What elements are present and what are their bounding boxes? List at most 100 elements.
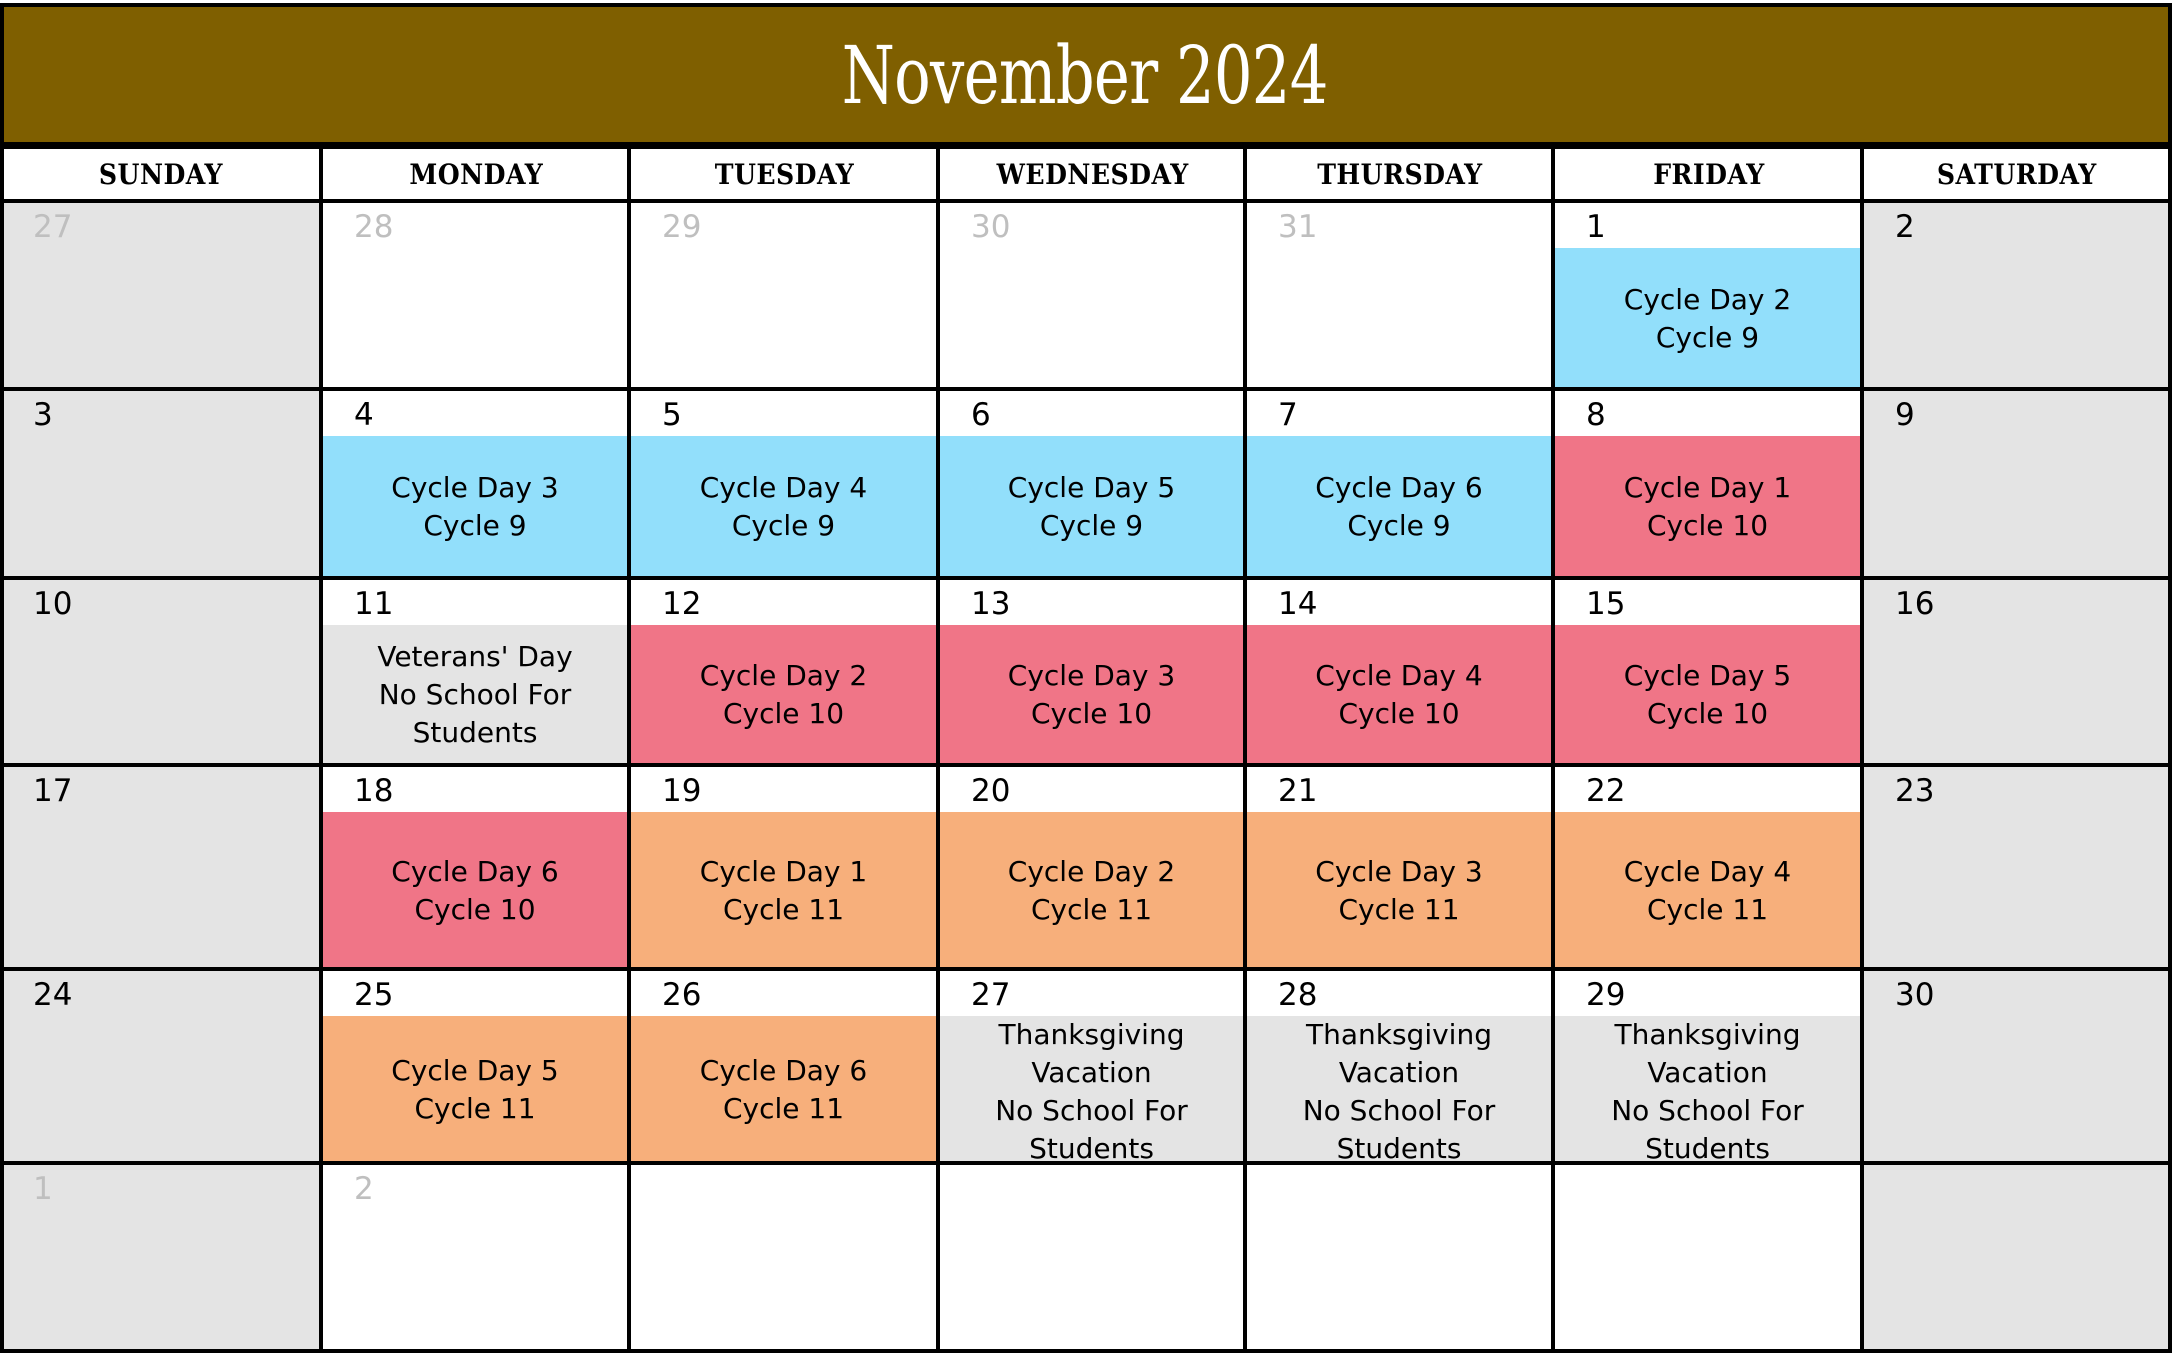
day-cell[interactable]: 14 Cycle Day 4 Cycle 10 xyxy=(1245,578,1553,765)
cycle-day-event[interactable]: Cycle Day 6 Cycle 9 xyxy=(1245,436,1553,578)
day-cell[interactable]: 21 Cycle Day 3 Cycle 11 xyxy=(1245,765,1553,969)
day-cell[interactable]: 23 xyxy=(1862,765,2170,969)
day-cell[interactable]: 1 Cycle Day 2 Cycle 9 xyxy=(1553,201,1862,389)
no-school-event[interactable]: Thanksgiving Vacation No School For Student… xyxy=(1553,1016,1862,1165)
day-cell[interactable] xyxy=(629,1163,938,1351)
cycle-day-event[interactable]: Cycle Day 3 Cycle 10 xyxy=(938,625,1245,765)
day-cell[interactable]: 3 xyxy=(0,389,321,578)
weekday-label: FRIDAY xyxy=(1652,157,1765,191)
day-cell[interactable] xyxy=(1553,1163,1862,1351)
event-line: Vacation xyxy=(1031,1056,1152,1089)
grid-line-horizontal xyxy=(0,1349,2172,1353)
day-number: 30 xyxy=(1895,977,1935,1013)
cycle-day-event[interactable]: Cycle Day 5 Cycle 9 xyxy=(938,436,1245,578)
event-line: Cycle Day 6 xyxy=(391,854,559,888)
day-number: 21 xyxy=(1278,773,1318,809)
day-cell[interactable]: 6 Cycle Day 5 Cycle 9 xyxy=(938,389,1245,578)
event-line: Thanksgiving xyxy=(1306,1018,1492,1051)
day-cell[interactable]: 26 Cycle Day 6 Cycle 11 xyxy=(629,969,938,1163)
cycle-day-event[interactable]: Cycle Day 2 Cycle 10 xyxy=(629,625,938,765)
event-line: Cycle Day 4 xyxy=(1623,854,1792,888)
day-cell[interactable]: 9 xyxy=(1862,389,2170,578)
day-cell[interactable]: 27 xyxy=(0,201,321,389)
cycle-day-event[interactable]: Cycle Day 4 Cycle 9 xyxy=(629,436,938,578)
day-number: 3 xyxy=(33,397,53,433)
day-cell[interactable]: 24 xyxy=(0,969,321,1163)
weekday-label: WEDNESDAY xyxy=(996,157,1189,191)
event-line: Cycle 11 xyxy=(722,1091,845,1125)
day-cell[interactable]: 12 Cycle Day 2 Cycle 10 xyxy=(629,578,938,765)
day-number: 27 xyxy=(971,977,1011,1013)
day-cell[interactable]: 5 Cycle Day 4 Cycle 9 xyxy=(629,389,938,578)
day-number: 28 xyxy=(354,209,394,245)
day-cell[interactable]: 13 Cycle Day 3 Cycle 10 xyxy=(938,578,1245,765)
event-line: Cycle Day 5 xyxy=(391,1053,559,1087)
day-cell[interactable]: 27 Thanksgiving Vacation No School For Stude… xyxy=(938,969,1245,1165)
day-number: 5 xyxy=(662,397,682,433)
day-cell[interactable]: 28 xyxy=(321,201,629,389)
day-cell[interactable] xyxy=(938,1163,1245,1351)
day-cell[interactable]: 11 Veterans' Day No School For Students xyxy=(321,578,629,765)
cycle-day-event[interactable]: Cycle Day 2 Cycle 9 xyxy=(1553,248,1862,389)
cycle-day-event[interactable]: Cycle Day 2 Cycle 11 xyxy=(938,812,1245,969)
weekday-label: MONDAY xyxy=(409,157,543,191)
day-cell[interactable]: 20 Cycle Day 2 Cycle 11 xyxy=(938,765,1245,969)
day-cell[interactable]: 15 Cycle Day 5 Cycle 10 xyxy=(1553,578,1862,765)
day-cell[interactable]: 16 xyxy=(1862,578,2170,765)
day-cell[interactable]: 4 Cycle Day 3 Cycle 9 xyxy=(321,389,629,578)
day-number: 30 xyxy=(971,209,1011,245)
day-number: 15 xyxy=(1586,586,1626,622)
day-cell[interactable]: 31 xyxy=(1245,201,1553,389)
day-cell[interactable]: 25 Cycle Day 5 Cycle 11 xyxy=(321,969,629,1163)
day-cell[interactable]: 17 xyxy=(0,765,321,969)
day-cell[interactable]: 1 xyxy=(0,1163,321,1351)
day-cell[interactable]: 7 Cycle Day 6 Cycle 9 xyxy=(1245,389,1553,578)
day-cell[interactable]: 10 xyxy=(0,578,321,765)
day-cell[interactable]: 22 Cycle Day 4 Cycle 11 xyxy=(1553,765,1862,969)
day-number: 22 xyxy=(1586,773,1626,809)
day-number: 10 xyxy=(33,586,73,622)
cycle-day-event[interactable]: Cycle Day 5 Cycle 10 xyxy=(1553,625,1862,765)
event-line: Cycle Day 6 xyxy=(699,1053,868,1087)
day-cell[interactable]: 8 Cycle Day 1 Cycle 10 xyxy=(1553,389,1862,578)
event-line: Cycle Day 5 xyxy=(1007,471,1176,504)
event-line: Cycle Day 2 xyxy=(1623,282,1792,316)
weekday-thursday: THURSDAY xyxy=(1247,147,1553,201)
event-line: Cycle 10 xyxy=(1646,509,1769,542)
day-number: 6 xyxy=(971,397,991,433)
day-cell[interactable]: 29 xyxy=(629,201,938,389)
day-cell[interactable]: 2 xyxy=(321,1163,629,1351)
cycle-day-event[interactable]: Cycle Day 3 Cycle 11 xyxy=(1245,812,1553,969)
cycle-day-event[interactable]: Cycle Day 4 Cycle 10 xyxy=(1245,625,1553,765)
cycle-day-event[interactable]: Cycle Day 4 Cycle 11 xyxy=(1553,812,1862,969)
day-cell[interactable] xyxy=(1245,1163,1553,1351)
no-school-event[interactable]: Veterans' Day No School For Students xyxy=(321,625,629,765)
day-number: 18 xyxy=(354,773,394,809)
no-school-event[interactable]: Thanksgiving Vacation No School For Student… xyxy=(938,1016,1245,1165)
day-cell[interactable]: 30 xyxy=(1862,969,2170,1163)
day-number: 9 xyxy=(1895,397,1915,433)
cycle-day-event[interactable]: Cycle Day 1 Cycle 11 xyxy=(629,812,938,969)
event-line: Cycle Day 3 xyxy=(1007,659,1176,692)
day-cell[interactable]: 28 Thanksgiving Vacation No School For Stude… xyxy=(1245,969,1553,1165)
no-school-event[interactable]: Thanksgiving Vacation No School For Student… xyxy=(1245,1016,1553,1165)
day-cell[interactable]: 2 xyxy=(1862,201,2170,389)
day-number: 1 xyxy=(33,1171,53,1207)
event-line: Cycle 9 xyxy=(423,509,527,542)
day-cell[interactable]: 29 Thanksgiving Vacation No School For Stude… xyxy=(1553,969,1862,1165)
day-number: 27 xyxy=(33,209,73,245)
day-cell[interactable] xyxy=(1862,1163,2170,1351)
cycle-day-event[interactable]: Cycle Day 1 Cycle 10 xyxy=(1553,436,1862,578)
cycle-day-event[interactable]: Cycle Day 3 Cycle 9 xyxy=(321,436,629,578)
cycle-day-event[interactable]: Cycle Day 5 Cycle 11 xyxy=(321,1016,629,1163)
day-cell[interactable]: 30 xyxy=(938,201,1245,389)
weekday-label: TUESDAY xyxy=(714,157,855,191)
day-cell[interactable]: 19 Cycle Day 1 Cycle 11 xyxy=(629,765,938,969)
cycle-day-event[interactable]: Cycle Day 6 Cycle 10 xyxy=(321,812,629,969)
month-title: November 2024 xyxy=(842,29,1329,122)
day-number: 14 xyxy=(1278,586,1318,622)
event-line: Students xyxy=(412,716,538,749)
day-cell[interactable]: 18 Cycle Day 6 Cycle 10 xyxy=(321,765,629,969)
event-line: Thanksgiving xyxy=(998,1018,1185,1051)
cycle-day-event[interactable]: Cycle Day 6 Cycle 11 xyxy=(629,1016,938,1163)
